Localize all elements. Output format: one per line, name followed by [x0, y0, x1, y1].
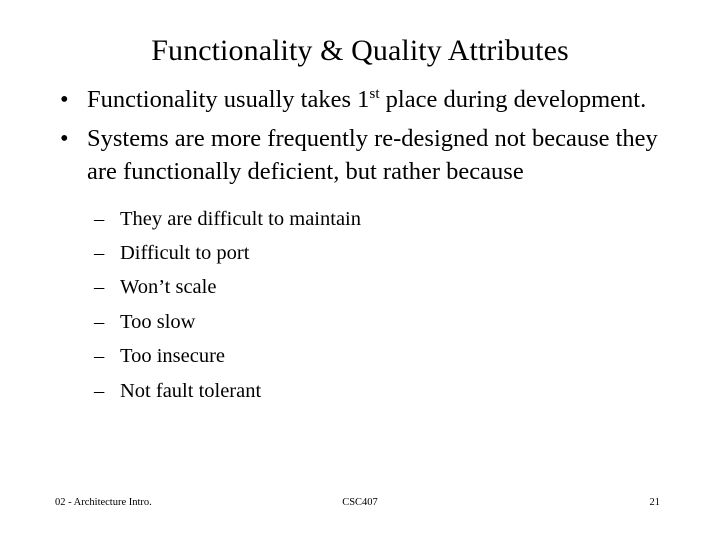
- list-item-label: Won’t scale: [120, 276, 217, 299]
- sub-bullet-list: – They are difficult to maintain – Diffi…: [48, 202, 672, 408]
- dash-marker-icon: –: [94, 310, 105, 333]
- list-item: – Too slow: [48, 305, 672, 339]
- dash-marker-icon: –: [94, 241, 105, 264]
- list-item-label: Too slow: [120, 310, 196, 333]
- list-item: – Difficult to port: [48, 236, 672, 270]
- list-item-label: Difficult to port: [120, 241, 250, 264]
- bullet-item-1-text-after: place during development.: [379, 86, 647, 113]
- ordinal-suffix: st: [369, 84, 380, 102]
- footer-course-label: CSC407: [342, 497, 378, 508]
- list-item: – Not fault tolerant: [48, 374, 672, 408]
- dash-marker-icon: –: [94, 207, 105, 230]
- slide-body: • Functionality usually takes 1st place …: [48, 83, 672, 408]
- list-item-label: Too insecure: [120, 345, 226, 368]
- bullet-marker-icon: •: [60, 124, 69, 152]
- dash-marker-icon: –: [94, 379, 105, 402]
- bullet-marker-icon: •: [60, 86, 69, 113]
- bullet-item-1-label: Functionality usually takes 1st place du…: [87, 83, 672, 117]
- slide: Functionality & Quality Attributes • Fun…: [0, 0, 720, 540]
- bullet-item-1: • Functionality usually takes 1st place …: [48, 83, 672, 117]
- list-item-label: They are difficult to maintain: [120, 207, 361, 230]
- list-item: – They are difficult to maintain: [48, 202, 672, 236]
- dash-marker-icon: –: [94, 276, 105, 299]
- slide-footer: 02 - Architecture Intro. CSC407 21: [0, 496, 720, 514]
- list-item: – Won’t scale: [48, 270, 672, 304]
- bullet-item-2: • Systems are more frequently re-designe…: [48, 122, 672, 189]
- bullet-item-1-text-before: Functionality usually takes 1: [87, 86, 370, 113]
- list-item-label: Not fault tolerant: [120, 379, 262, 402]
- footer-page-number: 21: [649, 497, 661, 508]
- list-item: – Too insecure: [48, 339, 672, 373]
- dash-marker-icon: –: [94, 345, 105, 368]
- bullet-item-2-label: Systems are more frequently re-designed …: [87, 124, 658, 186]
- page-title: Functionality & Quality Attributes: [151, 34, 569, 68]
